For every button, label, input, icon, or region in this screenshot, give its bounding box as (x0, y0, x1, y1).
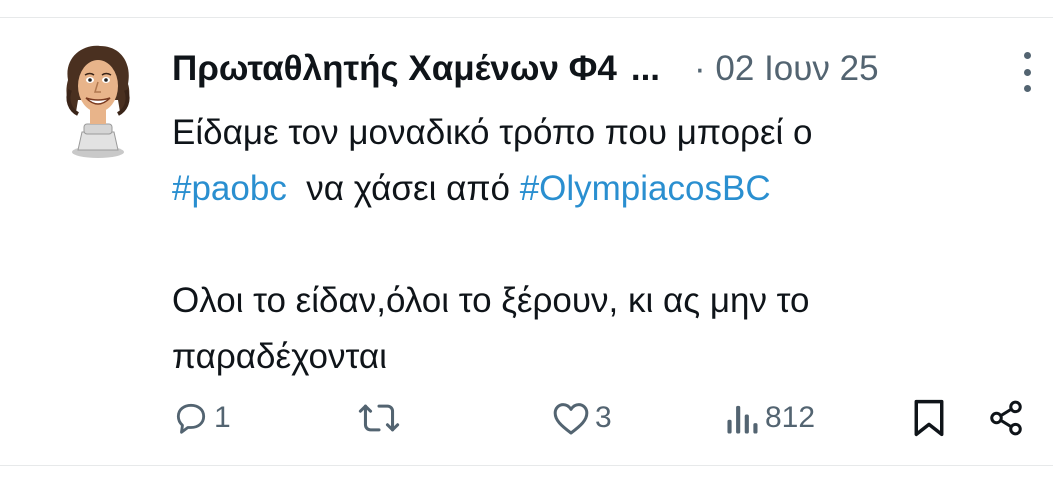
share-icon (986, 399, 1026, 437)
repost-icon (357, 399, 401, 437)
top-divider (0, 17, 1053, 18)
views-count: 812 (765, 401, 816, 434)
action-bar: 1 3 812 (0, 392, 1053, 444)
share-button[interactable] (986, 392, 1026, 444)
bottom-divider (0, 465, 1053, 466)
tweet-text-line: Είδαμε τον μοναδικό τρόπο που μπορεί ο (172, 113, 813, 152)
reply-button[interactable]: 1 (172, 392, 231, 444)
tweet-date[interactable]: · 02 Ιουν 25 (694, 49, 879, 89)
reply-count: 1 (214, 401, 231, 434)
tweet-text-line: #paobc να χάσει από #OlympiacosBC (172, 161, 1012, 217)
views-icon (725, 399, 761, 437)
tweet-text: Είδαμε τον μοναδικό τρόπο που μπορεί ο #… (172, 105, 1012, 385)
more-dot (1023, 85, 1031, 92)
name-ellipsis: ... (630, 49, 661, 88)
more-dot (1023, 52, 1031, 59)
author-name[interactable]: Πρωταθλητής Χαμένων Φ4 (172, 49, 617, 89)
like-button[interactable]: 3 (551, 392, 612, 444)
hashtag-link[interactable]: #OlympiacosBC (520, 169, 771, 208)
hashtag-link[interactable]: #paobc (172, 169, 287, 208)
reply-icon (172, 399, 210, 437)
like-count: 3 (595, 401, 612, 434)
more-icon[interactable] (1019, 52, 1035, 92)
more-dot (1023, 68, 1031, 76)
tweet-text-fragment: να χάσει από (286, 169, 520, 208)
heart-icon (551, 399, 591, 437)
tweet-text-line: παραδέχονται (172, 337, 387, 376)
tweet-text-line: Ολοι το είδαν,όλοι το ξέρουν, κι ας μην … (172, 281, 810, 320)
repost-button[interactable] (357, 392, 405, 444)
avatar[interactable] (48, 40, 148, 160)
bookmark-icon (912, 398, 946, 438)
views-button[interactable]: 812 (725, 392, 815, 444)
tweet-header: Πρωταθλητής Χαμένων Φ4 ... · 02 Ιουν 25 (172, 44, 1033, 94)
bookmark-button[interactable] (912, 392, 946, 444)
